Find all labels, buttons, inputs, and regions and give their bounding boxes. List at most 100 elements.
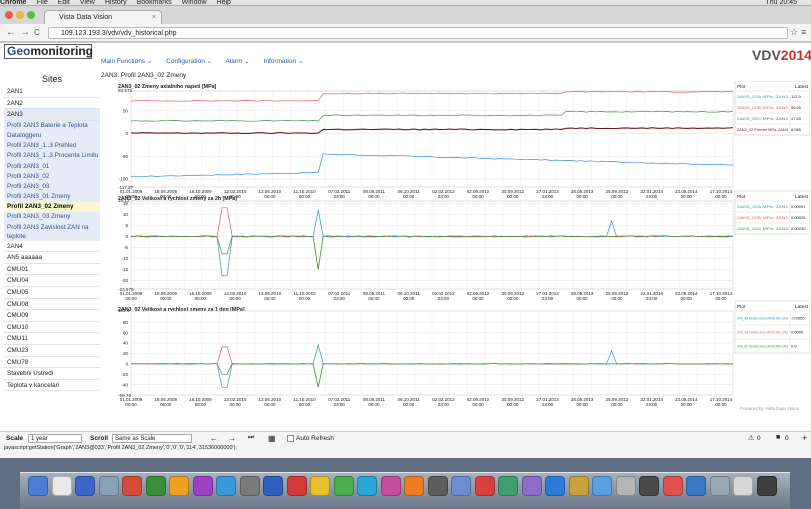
geomonitoring-logo[interactable]: Geomonitoring — [4, 44, 93, 59]
reload-icon[interactable]: C — [34, 27, 40, 38]
sidebar-item[interactable]: Profil 2AN3 Baterie a Teplota — [4, 120, 100, 131]
dock-app-icon[interactable] — [568, 476, 589, 496]
sidebar-item[interactable]: Profil 2AN3_01 — [4, 161, 100, 172]
address-bar[interactable]: 109.123.193.3/vdv/vdv_historical.php — [48, 27, 788, 39]
forward-icon[interactable]: → — [20, 27, 30, 38]
dock-app-icon[interactable] — [404, 476, 424, 496]
dock-app-icon[interactable] — [380, 476, 401, 496]
calendar-icon[interactable]: ▦ — [268, 434, 276, 443]
scroll-forward-icon[interactable]: → — [228, 434, 236, 443]
sidebar-item[interactable]: Profil 2AN3_1..3 Prehled — [4, 141, 100, 152]
bookmark-star-icon[interactable]: ☆ — [790, 27, 798, 38]
legend-header-plot: Plot — [737, 194, 746, 200]
dock-app-icon[interactable] — [75, 476, 95, 496]
sidebar-item[interactable]: 2AN1 — [4, 86, 100, 98]
chrome-menu-icon[interactable]: ≡ — [801, 27, 806, 38]
tab-close-icon[interactable]: × — [152, 11, 156, 24]
auto-refresh-checkbox[interactable] — [287, 435, 294, 442]
dock-app-icon[interactable] — [216, 476, 236, 496]
legend-latest-value: 0.0000 — [791, 330, 804, 335]
dock-app-icon[interactable] — [545, 476, 565, 496]
sidebar-item[interactable]: Profil 2AN3_03 — [4, 181, 100, 193]
sidebar-item[interactable]: Profil 2AN3_01 Zmeny — [4, 192, 100, 203]
chart-title: 2AN3_02 Zmeny axialniho napeti [MPa] — [118, 84, 217, 90]
dock-app-icon[interactable] — [169, 476, 189, 496]
scroll-back-icon[interactable]: ← — [210, 434, 218, 443]
dock-app-icon[interactable] — [51, 476, 72, 496]
dock-app-icon[interactable] — [521, 476, 542, 496]
scroll-select[interactable]: Same as Scale — [112, 434, 192, 443]
browser-tab[interactable]: Vista Data Vision × — [44, 10, 162, 24]
sidebar-item[interactable]: CMU11 — [4, 333, 100, 345]
dock-app-icon[interactable] — [310, 476, 330, 496]
dock-app-icon[interactable] — [639, 476, 659, 496]
sidebar-item[interactable]: 2AN4 — [4, 240, 100, 253]
sidebar-item[interactable]: Profil 2AN3_03 Zmeny — [4, 212, 100, 223]
sidebar-item[interactable]: Dataloggeru — [4, 130, 100, 142]
dock-shelf — [20, 472, 790, 509]
dock-app-icon[interactable] — [474, 476, 495, 496]
dock-app-icon[interactable] — [498, 476, 518, 496]
dock-app-icon[interactable] — [192, 476, 213, 496]
scale-select[interactable]: 1 year — [28, 434, 82, 443]
sidebar-item[interactable]: AN5 aaaaaa — [4, 252, 100, 264]
dock-app-icon[interactable] — [733, 476, 753, 496]
y-tick-label: -40 — [121, 382, 128, 387]
nav-configuration[interactable]: Configuration ⌄ — [166, 58, 212, 65]
dock-app-icon[interactable] — [98, 476, 119, 496]
dock-app-icon[interactable] — [451, 476, 471, 496]
dock-app-icon[interactable] — [28, 476, 48, 496]
sidebar-item[interactable]: CMU10 — [4, 321, 100, 334]
sidebar-item[interactable]: Profil 2AN3_1..3 Procenta Limitu — [4, 151, 100, 162]
sidebar-item[interactable]: CMU23 — [4, 345, 100, 357]
sidebar-item[interactable]: Teplota v kancelari — [4, 379, 100, 392]
dock-app-icon[interactable] — [239, 476, 260, 496]
minimize-window-icon[interactable] — [16, 11, 24, 19]
dock-app-icon[interactable] — [662, 476, 683, 496]
x-tick-label: 23:00 — [646, 296, 658, 301]
dock-app-icon[interactable] — [286, 476, 307, 496]
sidebar-item[interactable]: 2AN3 — [4, 109, 100, 121]
y-tick-label: -50 — [121, 154, 128, 159]
x-tick-label: 23:00 — [542, 296, 554, 301]
sidebar-item[interactable]: Profil 2AN3_02 — [4, 171, 100, 182]
x-tick-label: 00:00 — [715, 296, 727, 301]
add-icon[interactable]: + — [802, 433, 807, 443]
sidebar-item[interactable]: CMU08 — [4, 298, 100, 311]
dock-app-icon[interactable] — [709, 476, 730, 496]
legend-series-name: 2AN3_02A MPa: 2AN3 — [737, 205, 788, 209]
sidebar-item[interactable]: CMU09 — [4, 310, 100, 322]
sidebar-item[interactable]: Profil 2AN3_02 Zmeny — [4, 202, 100, 213]
message-icon[interactable]: ■ — [776, 434, 780, 441]
sidebar-item[interactable]: 2AN2 — [4, 97, 100, 110]
sidebar-item[interactable]: CMU04 — [4, 275, 100, 288]
x-tick-label: 00:00 — [715, 402, 727, 407]
dock-app-icon[interactable] — [756, 476, 777, 496]
sidebar-item[interactable]: CMU78 — [4, 356, 100, 369]
legend-series-name: 2AN3_02C MPa: 2AN3 — [737, 227, 788, 231]
zoom-window-icon[interactable] — [27, 11, 35, 19]
dock-app-icon[interactable] — [145, 476, 166, 496]
close-window-icon[interactable] — [5, 11, 13, 19]
sidebar-item[interactable]: Stavebni Ustredi — [4, 368, 100, 380]
dock-app-icon[interactable] — [592, 476, 612, 496]
dock-app-icon[interactable] — [427, 476, 448, 496]
nav-alarm[interactable]: Alarm ⌄ — [226, 58, 250, 65]
dock-app-icon[interactable] — [615, 476, 636, 496]
dock-app-icon[interactable] — [357, 476, 377, 496]
alarm-icon[interactable]: ⚠ — [748, 434, 754, 442]
dock-app-icon[interactable] — [122, 476, 142, 496]
y-max-label: 16.12 — [118, 198, 130, 203]
back-icon[interactable]: ← — [6, 27, 16, 38]
sidebar-item[interactable]: Profil 2AN3 Zavislost ZAN na teplote — [4, 222, 100, 241]
sidebar-item[interactable]: CMU05 — [4, 287, 100, 299]
dock-app-icon[interactable] — [686, 476, 706, 496]
nav-main-functions[interactable]: Main Functions ⌄ — [101, 58, 152, 65]
dock-app-icon[interactable] — [333, 476, 354, 496]
scroll-end-icon[interactable]: ⏭ — [248, 434, 254, 442]
sidebar-item[interactable]: CMU01 — [4, 263, 100, 276]
y-tick-label: 0 — [125, 131, 128, 136]
nav-information[interactable]: Information ⌄ — [264, 58, 304, 65]
x-tick-label: 23:00 — [334, 194, 346, 199]
dock-app-icon[interactable] — [263, 476, 283, 496]
